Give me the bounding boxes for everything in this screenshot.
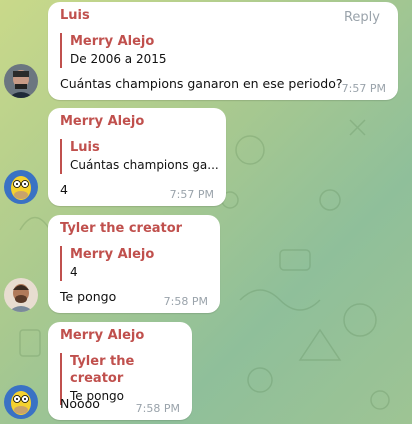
message-time: 7:58 PM	[135, 402, 180, 415]
sender-name[interactable]: Merry Alejo	[60, 328, 144, 343]
quote-author: Luis	[70, 140, 100, 155]
homer-avatar-icon[interactable]	[4, 170, 38, 204]
message-text: Cuántas champions ganaron en ese periodo…	[60, 76, 343, 91]
message-time: 7:57 PM	[341, 82, 386, 95]
message-text: Te pongo	[60, 289, 117, 304]
user-photo-icon[interactable]	[4, 64, 38, 98]
message-time: 7:58 PM	[163, 295, 208, 308]
message-text: 4	[60, 182, 68, 197]
quote-text: 4	[70, 265, 78, 279]
homer-avatar-icon[interactable]	[4, 385, 38, 419]
quote-text: De 2006 a 2015	[70, 52, 167, 66]
reply-button[interactable]: Reply	[344, 10, 380, 25]
quote-author: Tyler the creator	[70, 354, 135, 386]
message-bubble[interactable]: Merry Alejo Luis Cuántas champions ga...…	[48, 108, 226, 206]
quote-author: Merry Alejo	[70, 247, 155, 262]
sender-name[interactable]: Luis	[60, 8, 90, 23]
quote-author: Merry Alejo	[70, 34, 155, 49]
sender-name[interactable]: Tyler the creator	[60, 221, 182, 236]
message-bubble[interactable]: Luis Reply Merry Alejo De 2006 a 2015 Cu…	[48, 2, 398, 100]
quote-text: Cuántas champions ga...	[70, 158, 219, 172]
message-time: 7:57 PM	[169, 188, 214, 201]
message-bubble[interactable]: Tyler the creator Merry Alejo 4 Te pongo…	[48, 215, 220, 313]
message-bubble[interactable]: Merry Alejo Tyler the creator Te pongo N…	[48, 322, 192, 420]
reply-quote[interactable]: Merry Alejo 4	[60, 246, 154, 281]
user-photo-icon[interactable]	[4, 278, 38, 312]
reply-quote[interactable]: Luis Cuántas champions ga...	[60, 139, 219, 174]
sender-name[interactable]: Merry Alejo	[60, 114, 144, 129]
reply-quote[interactable]: Merry Alejo De 2006 a 2015	[60, 33, 167, 68]
message-text: Noooo	[60, 396, 100, 411]
